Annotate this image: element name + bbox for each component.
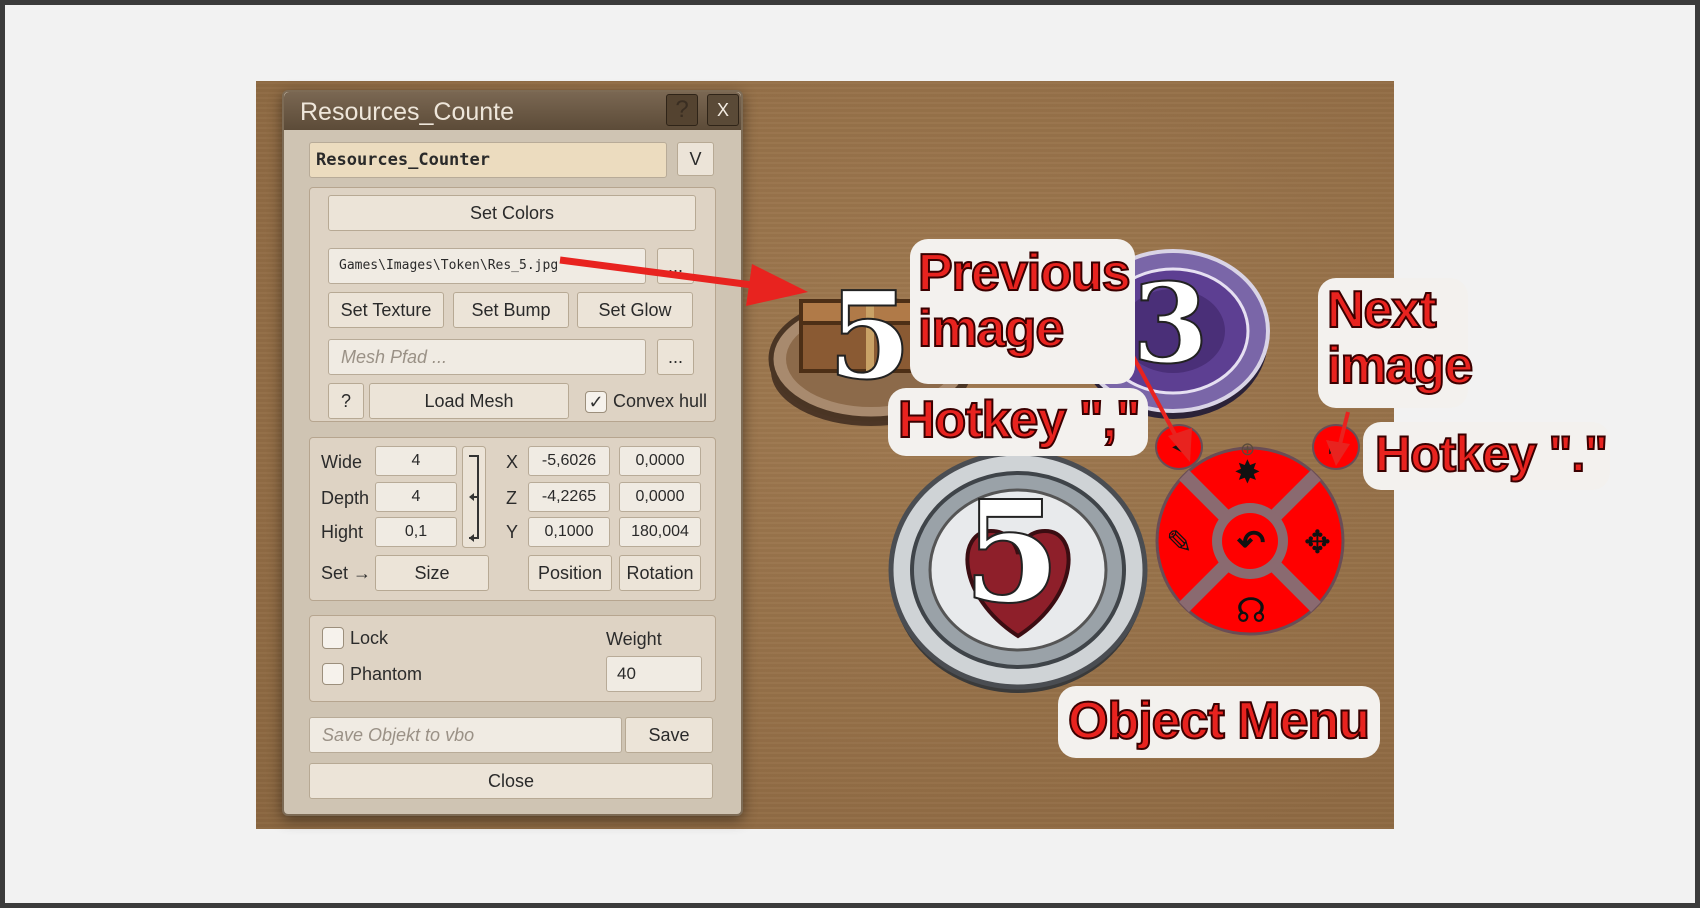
object-menu-label: Object Menu <box>1067 692 1371 750</box>
next-image-label: Next image <box>1326 281 1474 396</box>
hotkey-dot-label: Hotkey "." <box>1374 426 1609 482</box>
hotkey-comma-label: Hotkey "," <box>897 391 1142 449</box>
previous-image-label: Previous image <box>917 244 1132 359</box>
